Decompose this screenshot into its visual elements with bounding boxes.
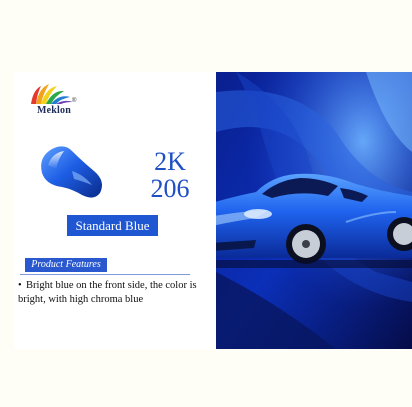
product-code-line1: 2K (154, 147, 186, 176)
brand-logo: Meklon ® (27, 82, 81, 122)
registered-mark: ® (72, 98, 77, 104)
features-title: Product Features (25, 258, 107, 272)
features-divider (20, 274, 190, 275)
feature-item: • Bright blue on the front side, the colo… (18, 279, 214, 307)
product-code: 2K 206 (130, 148, 210, 202)
color-swatch-image (41, 146, 102, 198)
color-name-badge: Standard Blue (67, 215, 158, 236)
brand-name: Meklon (37, 105, 71, 116)
feature-item-text: Bright blue on the front side, the color… (18, 280, 197, 305)
car-image (216, 72, 412, 349)
product-code-line2: 206 (150, 174, 190, 203)
bullet-icon: • (18, 280, 22, 291)
car-photo (216, 72, 412, 349)
